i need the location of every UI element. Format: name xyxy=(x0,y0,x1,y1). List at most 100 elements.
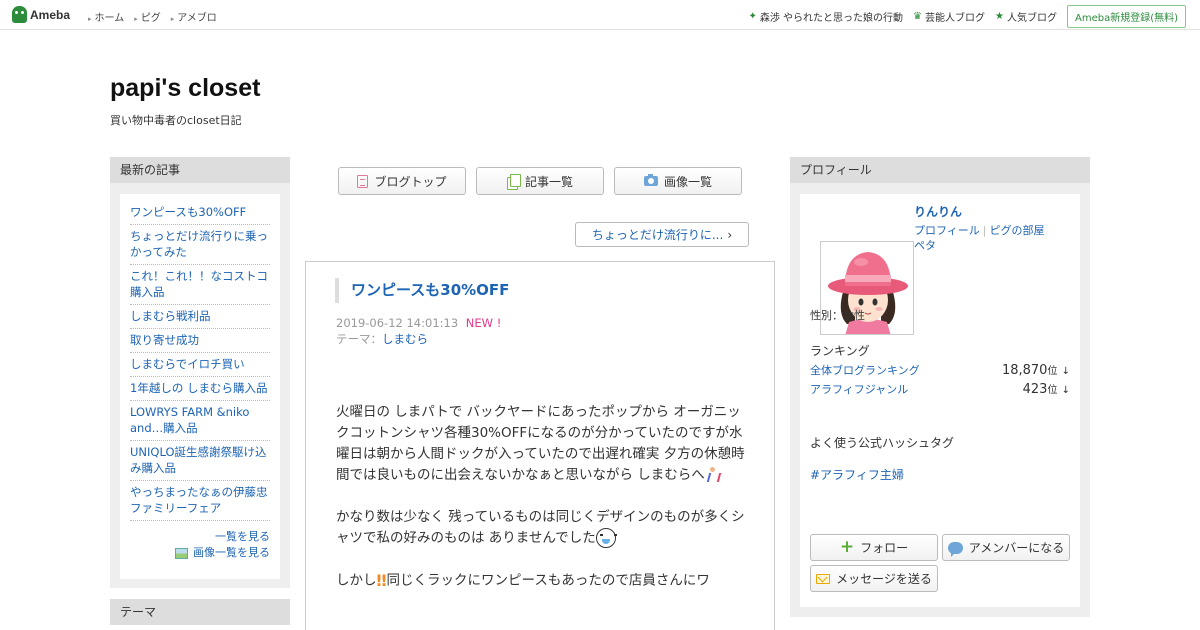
pigg-room-link[interactable]: ピグの部屋 xyxy=(990,224,1045,237)
article-meta: 2019-06-12 14:01:13 NEW ! テーマ：しまむら xyxy=(336,315,501,347)
document-icon xyxy=(357,174,369,188)
next-article-button[interactable]: ちょっとだけ流行りに... › xyxy=(575,222,749,247)
hashtag-heading: よく使う公式ハッシュタグ xyxy=(810,436,955,450)
article-list-button[interactable]: 記事一覧 xyxy=(476,167,604,195)
image-list-button[interactable]: 画像一覧 xyxy=(614,167,742,195)
article-datetime: 2019-06-12 14:01:13 xyxy=(336,316,459,330)
global-header: Ameba ホーム ピグ アメブロ ✦ 森渉 やられたと思った娘の行動 ♛ 芸能… xyxy=(0,0,1200,30)
blog-top-button[interactable]: ブログトップ xyxy=(338,167,466,195)
recent-articles-box: ワンピースも30%OFF ちょっとだけ流行りに乗っかってみた これ！これ！！なコ… xyxy=(120,194,280,579)
article-title[interactable]: ワンピースも30%OFF xyxy=(335,278,509,303)
article-paragraph: しかし‼同じくラックにワンピースもあったので店員さんにワ xyxy=(336,570,748,592)
profile-link[interactable]: プロフィール xyxy=(914,224,980,237)
crown-icon: ♛ xyxy=(913,11,923,22)
view-images-link[interactable]: 画像一覧を見る xyxy=(130,545,270,561)
plus-icon: + xyxy=(839,537,855,557)
view-images-label: 画像一覧を見る xyxy=(193,546,270,559)
recent-article-item[interactable]: 1年越しの しまむら購入品 xyxy=(130,377,270,401)
recent-article-item[interactable]: やっちまったなぁの伊藤忠ファミリーフェア xyxy=(130,481,270,521)
article-list-icon xyxy=(506,174,521,190)
recent-heading: 最新の記事 xyxy=(110,157,290,183)
recent-article-item[interactable]: しまむらでイロチ買い xyxy=(130,353,270,377)
mail-icon xyxy=(816,573,831,584)
genre-ranking-link[interactable]: アラフィフジャンル xyxy=(810,381,908,397)
camera-icon xyxy=(643,174,658,186)
recent-article-item[interactable]: しまむら戦利品 xyxy=(130,305,270,329)
blog-top-label: ブログトップ xyxy=(374,174,447,189)
rank-number: 423 xyxy=(1022,382,1048,397)
crying-face-icon xyxy=(595,528,617,548)
popular-blog-link[interactable]: ★ 人気ブログ xyxy=(995,9,1057,24)
nav-pigg[interactable]: ピグ xyxy=(134,9,161,24)
overall-ranking-value: 18,870位 ↓ xyxy=(1002,362,1070,378)
follow-label: フォロー xyxy=(860,541,909,555)
header-right-links: ✦ 森渉 やられたと思った娘の行動 ♛ 芸能人ブログ ★ 人気ブログ Ameba… xyxy=(748,5,1186,28)
article-list-label: 記事一覧 xyxy=(524,174,573,189)
amember-button[interactable]: アメンバーになる xyxy=(942,534,1070,561)
recent-article-item[interactable]: ワンピースも30%OFF xyxy=(130,194,270,225)
trending-label: 森渉 やられたと思った娘の行動 xyxy=(759,13,904,24)
ameba-logo[interactable]: Ameba xyxy=(12,6,70,23)
blog-description: 買い物中毒者のcloset日記 xyxy=(110,114,242,127)
global-nav: ホーム ピグ アメブロ xyxy=(88,9,217,24)
profile-name[interactable]: りんりん xyxy=(914,203,962,220)
popular-label: 人気ブログ xyxy=(1006,13,1057,24)
new-badge: NEW ! xyxy=(465,316,502,330)
ameba-logo-icon xyxy=(12,6,27,23)
genre-ranking-value: 423位 ↓ xyxy=(1023,381,1070,397)
paragraph-text: 同じくラックにワンピースもあったので店員さんにワ xyxy=(386,572,710,589)
celebrity-label: 芸能人ブログ xyxy=(925,13,986,24)
star-icon: ★ xyxy=(995,11,1004,22)
image-list-label: 画像一覧 xyxy=(663,174,712,189)
logo-text: Ameba xyxy=(30,7,71,22)
profile-gender: 性別：女性 xyxy=(810,309,865,322)
hashtag-link[interactable]: #アラフィフ主婦 xyxy=(810,466,904,483)
recent-articles-panel: 最新の記事 ワンピースも30%OFF ちょっとだけ流行りに乗っかってみた これ！… xyxy=(110,157,290,588)
nav-ameblo[interactable]: アメブロ xyxy=(171,9,217,24)
peta-link[interactable]: ペタ xyxy=(914,239,936,252)
rank-unit: 位 xyxy=(1047,366,1058,377)
trend-down-icon: ↓ xyxy=(1061,385,1070,396)
profile-heading: プロフィール xyxy=(790,157,1090,183)
rank-number: 18,870 xyxy=(1001,363,1048,378)
genre-ranking-row: アラフィフジャンル 423位 ↓ xyxy=(810,381,1070,397)
theme-label: テーマ： xyxy=(336,332,382,346)
recent-article-item[interactable]: 取り寄せ成功 xyxy=(130,329,270,353)
ranking-heading: ランキング xyxy=(810,344,870,358)
celebrity-blog-link[interactable]: ♛ 芸能人ブログ xyxy=(913,9,985,24)
article-theme-link[interactable]: しまむら xyxy=(382,332,428,346)
nav-home[interactable]: ホーム xyxy=(88,9,125,24)
double-exclamation-icon: ‼ xyxy=(376,571,387,590)
rank-unit: 位 xyxy=(1047,385,1058,396)
next-article-label: ちょっとだけ流行りに... xyxy=(591,228,724,242)
sparkle-icon: ✦ xyxy=(748,11,757,22)
article-paragraph: かなり数は少なく 残っているものは同じくデザインのものが多くシャツで私の好みのも… xyxy=(336,507,748,549)
send-message-button[interactable]: メッセージを送る xyxy=(810,565,938,592)
more-links: 一覧を見る 画像一覧を見る xyxy=(130,529,270,561)
recent-article-item[interactable]: これ！これ！！なコストコ購入品 xyxy=(130,265,270,305)
paragraph-text: しかし xyxy=(336,572,377,589)
article-paragraph: 火曜日の しまパトで バックヤードにあったポップから オーガニックコットンシャツ… xyxy=(336,402,748,486)
amember-label: アメンバーになる xyxy=(968,541,1065,555)
link-separator: | xyxy=(982,224,987,237)
article-body: 火曜日の しまパトで バックヤードにあったポップから オーガニックコットンシャツ… xyxy=(336,402,748,613)
chat-bubble-icon xyxy=(947,541,963,557)
recent-article-item[interactable]: UNIQLO誕生感謝祭駆け込み購入品 xyxy=(130,441,270,481)
send-message-label: メッセージを送る xyxy=(836,572,932,586)
trend-down-icon: ↓ xyxy=(1061,366,1070,377)
view-list-link[interactable]: 一覧を見る xyxy=(130,529,270,545)
overall-ranking-link[interactable]: 全体ブログランキング xyxy=(810,362,920,378)
register-button[interactable]: Ameba新規登録(無料) xyxy=(1066,5,1186,28)
follow-button[interactable]: + フォロー xyxy=(810,534,938,561)
profile-links: プロフィール | ピグの部屋 ペタ xyxy=(914,223,1074,253)
trending-link[interactable]: ✦ 森渉 やられたと思った娘の行動 xyxy=(748,9,903,24)
overall-ranking-row: 全体ブログランキング 18,870位 ↓ xyxy=(810,362,1070,378)
recent-article-item[interactable]: LOWRYS FARM &niko and…購入品 xyxy=(130,401,270,441)
recent-articles-list: ワンピースも30%OFF ちょっとだけ流行りに乗っかってみた これ！これ！！なコ… xyxy=(130,194,270,521)
running-person-icon xyxy=(705,467,719,483)
recent-article-item[interactable]: ちょっとだけ流行りに乗っかってみた xyxy=(130,225,270,265)
paragraph-text: かなり数は少なく 残っているものは同じくデザインのものが多くシャツで私の好みのも… xyxy=(336,509,745,546)
article: ワンピースも30%OFF 2019-06-12 14:01:13 NEW ! テ… xyxy=(305,261,775,630)
theme-heading: テーマ xyxy=(110,599,290,625)
blog-title[interactable]: papi's closet xyxy=(110,74,260,103)
